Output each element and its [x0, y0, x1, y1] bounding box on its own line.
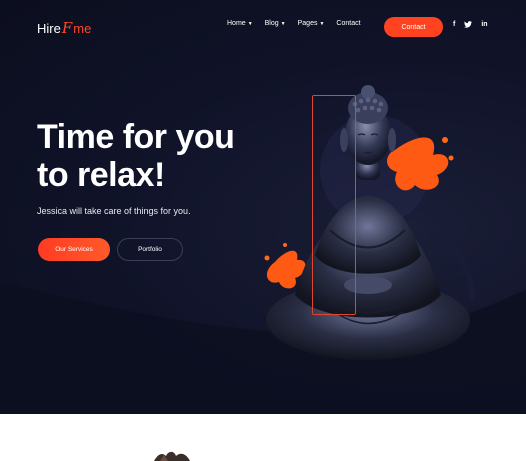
nav-item-label: Blog	[264, 20, 279, 27]
decorative-image-partial	[154, 451, 190, 461]
nav-item-label: Pages	[297, 20, 318, 27]
nav-item-label: Home	[227, 20, 246, 27]
nav-item-contact[interactable]: Contact	[336, 20, 360, 27]
nav-item-blog[interactable]: Blog ▼	[265, 20, 286, 27]
main-menu: Home ▼ Blog ▼ Pages ▼ Contact	[227, 20, 361, 27]
headline-line-2: to relax!	[37, 156, 165, 194]
logo-mark: F	[61, 19, 73, 37]
hero-subtitle: Jessica will take care of things for you…	[37, 206, 191, 216]
buddha-statue-image	[264, 85, 470, 360]
linkedin-icon[interactable]: in	[481, 21, 487, 30]
contact-button[interactable]: Contact	[384, 17, 443, 37]
portfolio-button[interactable]: Portfolio	[117, 238, 183, 261]
headline-line-1: Time for you	[37, 118, 235, 156]
decorative-frame	[312, 95, 356, 315]
chevron-down-icon: ▼	[247, 20, 253, 27]
chevron-down-icon: ▼	[319, 20, 325, 27]
facebook-icon[interactable]: f	[453, 21, 455, 30]
chevron-down-icon: ▼	[280, 20, 286, 27]
logo-hire: Hire	[37, 20, 61, 36]
our-services-button[interactable]: Our Services	[38, 238, 110, 261]
social-links: f in	[453, 21, 488, 30]
logo-me: me	[73, 20, 92, 36]
hero-headline: Time for you to relax!	[37, 118, 235, 194]
nav-item-home[interactable]: Home ▼	[227, 20, 253, 27]
nav-item-pages[interactable]: Pages ▼	[298, 20, 325, 27]
logo[interactable]: Hire F me	[37, 19, 91, 37]
twitter-icon[interactable]	[464, 21, 473, 30]
top-navigation: Hire F me Home ▼ Blog ▼ Pages ▼ Contact …	[0, 0, 526, 54]
nav-item-label: Contact	[336, 20, 361, 27]
hero-section: Hire F me Home ▼ Blog ▼ Pages ▼ Contact …	[0, 0, 526, 414]
